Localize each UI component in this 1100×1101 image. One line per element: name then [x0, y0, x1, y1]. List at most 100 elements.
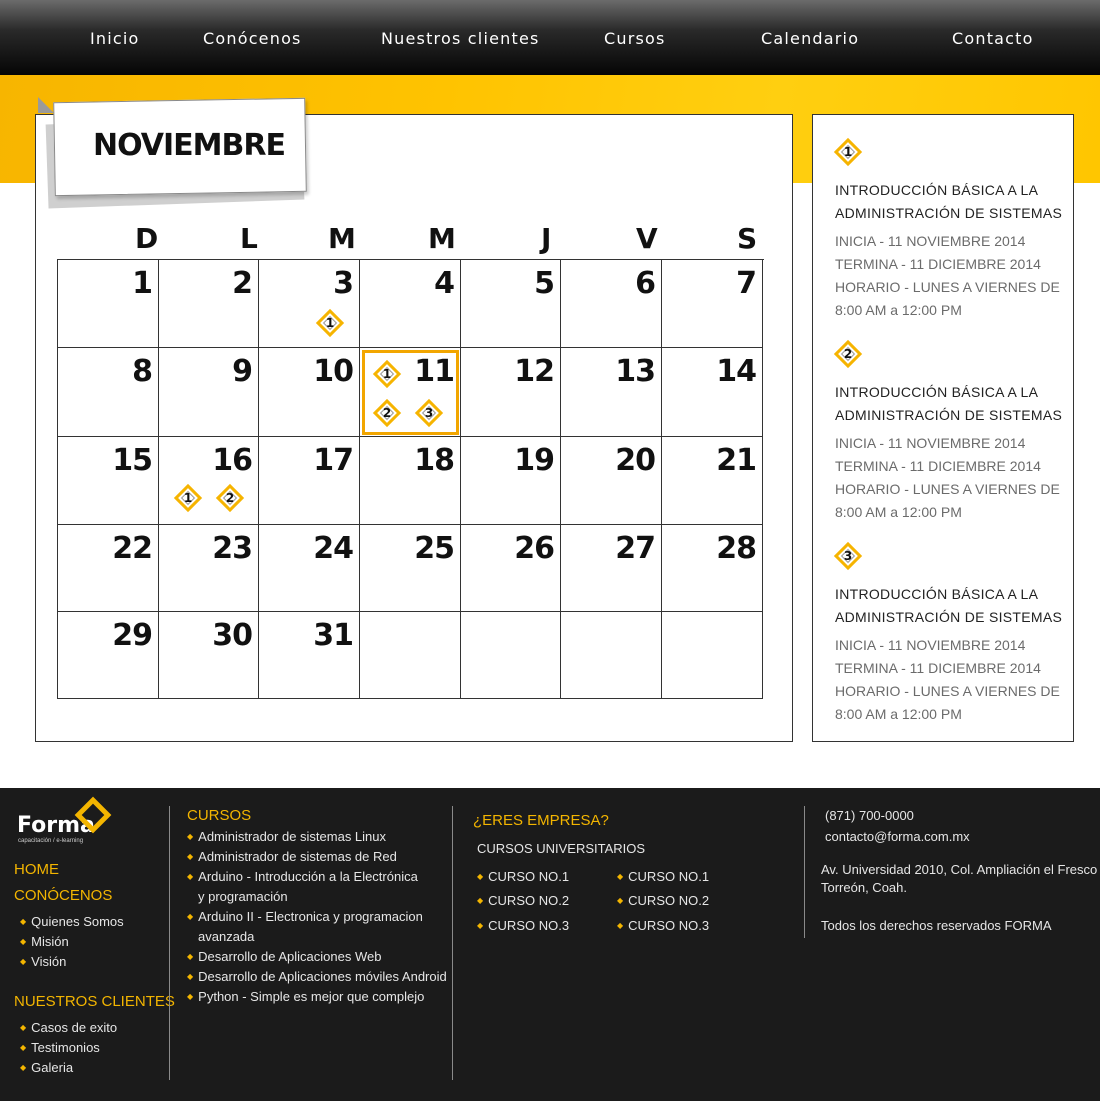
day-number: 22	[112, 531, 153, 566]
calendar-day-21[interactable]: 21	[662, 437, 763, 525]
calendar-day-7[interactable]: 7	[662, 260, 763, 348]
course-title-line: INTRODUCCIÓN BÁSICA A LA	[835, 384, 1039, 400]
calendar-day-6[interactable]: 6	[561, 260, 662, 348]
course-start: INICIA - 11 NOVIEMBRE 2014	[835, 435, 1026, 451]
footer-link-galeria[interactable]: Galeria	[20, 1060, 73, 1075]
calendar-day-23[interactable]: 23	[159, 525, 259, 612]
footer-divider	[169, 806, 170, 1080]
event-number: 2	[382, 406, 392, 420]
day-number: 30	[212, 618, 253, 653]
nav-inicio[interactable]: Inicio	[90, 29, 140, 48]
logo-tagline: capacitación / e-learning	[18, 838, 84, 844]
footer-link-quienes-somos[interactable]: Quienes Somos	[20, 914, 124, 929]
footer-copyright: Todos los derechos reservados FORMA	[821, 918, 1052, 933]
footer-course-link[interactable]: Python - Simple es mejor que complejo	[187, 989, 424, 1004]
calendar-day-4[interactable]: 4	[360, 260, 461, 348]
footer-conocenos-link[interactable]: CONÓCENOS	[14, 887, 112, 904]
footer-curso-link[interactable]: CURSO NO.1	[617, 869, 709, 884]
calendar-day-19[interactable]: 19	[461, 437, 561, 525]
day-number: 3	[333, 266, 354, 301]
course-number: 2	[843, 347, 853, 361]
footer-curso-link[interactable]: CURSO NO.2	[617, 893, 709, 908]
footer-curso-link[interactable]: CURSO NO.3	[617, 918, 709, 933]
calendar-day-15[interactable]: 15	[58, 437, 159, 525]
footer-home-link[interactable]: HOME	[14, 861, 59, 878]
nav-calendario[interactable]: Calendario	[761, 29, 859, 48]
event-marker-diamond-icon[interactable]: 2	[372, 398, 406, 432]
course-title[interactable]: INTRODUCCIÓN BÁSICA A LA ADMINISTRACIÓN D…	[835, 179, 1065, 225]
footer-course-link[interactable]: Desarrollo de Aplicaciones Web	[187, 949, 381, 964]
nav-cursos[interactable]: Cursos	[604, 29, 666, 48]
calendar-day-18[interactable]: 18	[360, 437, 461, 525]
calendar-day-29[interactable]: 29	[58, 612, 159, 699]
footer-course-link[interactable]: Administrador de sistemas de Red	[187, 849, 397, 864]
event-marker-diamond-icon[interactable]: 1	[315, 308, 349, 342]
nav-nuestros-clientes[interactable]: Nuestros clientes	[381, 29, 540, 48]
calendar-day-30[interactable]: 30	[159, 612, 259, 699]
page-fold-icon	[38, 97, 54, 113]
event-marker-diamond-icon[interactable]: 2	[215, 483, 249, 517]
footer-course-link[interactable]: Desarrollo de Aplicaciones móviles Andro…	[187, 969, 447, 984]
calendar-day-empty	[360, 612, 461, 699]
course-title-line: INTRODUCCIÓN BÁSICA A LA	[835, 182, 1039, 198]
calendar-day-31[interactable]: 31	[259, 612, 360, 699]
event-marker-diamond-icon[interactable]: 1	[372, 359, 406, 393]
footer-link-vision[interactable]: Visión	[20, 954, 66, 969]
calendar-day-28[interactable]: 28	[662, 525, 763, 612]
weekday-label: D	[135, 222, 159, 255]
footer-empresa-heading[interactable]: ¿ERES EMPRESA?	[473, 812, 609, 829]
calendar-day-16[interactable]: 16 1 2	[159, 437, 259, 525]
nav-contacto[interactable]: Contacto	[952, 29, 1034, 48]
footer-course-link[interactable]: Arduino II - Electronica y programacion	[187, 909, 423, 924]
calendar-day-empty	[561, 612, 662, 699]
day-number: 20	[615, 443, 656, 478]
calendar-day-22[interactable]: 22	[58, 525, 159, 612]
day-number: 15	[112, 443, 153, 478]
course-title[interactable]: INTRODUCCIÓN BÁSICA A LA ADMINISTRACIÓN D…	[835, 381, 1065, 427]
calendar-day-12[interactable]: 12	[461, 348, 561, 437]
course-title-line: ADMINISTRACIÓN DE SISTEMAS	[835, 205, 1063, 221]
course-hours: 8:00 AM a 12:00 PM	[835, 504, 962, 520]
footer-link-mision[interactable]: Misión	[20, 934, 69, 949]
day-number: 8	[132, 354, 153, 389]
calendar-day-5[interactable]: 5	[461, 260, 561, 348]
footer-course-link[interactable]: Administrador de sistemas Linux	[187, 829, 386, 844]
footer-curso-link[interactable]: CURSO NO.1	[477, 869, 569, 884]
calendar-day-17[interactable]: 17	[259, 437, 360, 525]
footer-curso-link[interactable]: CURSO NO.2	[477, 893, 569, 908]
calendar-day-empty	[461, 612, 561, 699]
footer-phone[interactable]: (871) 700-0000	[825, 808, 914, 823]
nav-conocenos[interactable]: Conócenos	[203, 29, 302, 48]
calendar-day-25[interactable]: 25	[360, 525, 461, 612]
footer-course-link-cont[interactable]: y programación	[198, 889, 288, 904]
footer-course-link-cont[interactable]: avanzada	[198, 929, 254, 944]
footer-email[interactable]: contacto@forma.com.mx	[825, 829, 970, 844]
course-title[interactable]: INTRODUCCIÓN BÁSICA A LA ADMINISTRACIÓN D…	[835, 583, 1065, 629]
calendar-day-11[interactable]: 11 1 2 3	[360, 348, 461, 437]
event-marker-diamond-icon[interactable]: 1	[173, 483, 207, 517]
calendar-day-1[interactable]: 1	[58, 260, 159, 348]
event-number: 3	[424, 406, 434, 420]
weekday-label: J	[541, 222, 552, 255]
calendar-day-10[interactable]: 10	[259, 348, 360, 437]
footer-link-testimonios[interactable]: Testimonios	[20, 1040, 100, 1055]
calendar-day-2[interactable]: 2	[159, 260, 259, 348]
event-marker-diamond-icon[interactable]: 3	[414, 398, 448, 432]
day-number: 1	[132, 266, 153, 301]
calendar-day-9[interactable]: 9	[159, 348, 259, 437]
calendar-day-3[interactable]: 31	[259, 260, 360, 348]
weekday-label: M	[328, 222, 356, 255]
footer-link-casos[interactable]: Casos de exito	[20, 1020, 117, 1035]
calendar-day-14[interactable]: 14	[662, 348, 763, 437]
calendar-day-24[interactable]: 24	[259, 525, 360, 612]
footer-course-link[interactable]: Arduino - Introducción a la Electrónica	[187, 869, 418, 884]
calendar-day-8[interactable]: 8	[58, 348, 159, 437]
footer-curso-link[interactable]: CURSO NO.3	[477, 918, 569, 933]
calendar-day-27[interactable]: 27	[561, 525, 662, 612]
day-number: 18	[414, 443, 455, 478]
footer-clientes-link[interactable]: NUESTROS CLIENTES	[14, 993, 175, 1010]
calendar-day-26[interactable]: 26	[461, 525, 561, 612]
calendar-day-13[interactable]: 13	[561, 348, 662, 437]
top-navigation: Inicio Conócenos Nuestros clientes Curso…	[0, 0, 1100, 75]
calendar-day-20[interactable]: 20	[561, 437, 662, 525]
